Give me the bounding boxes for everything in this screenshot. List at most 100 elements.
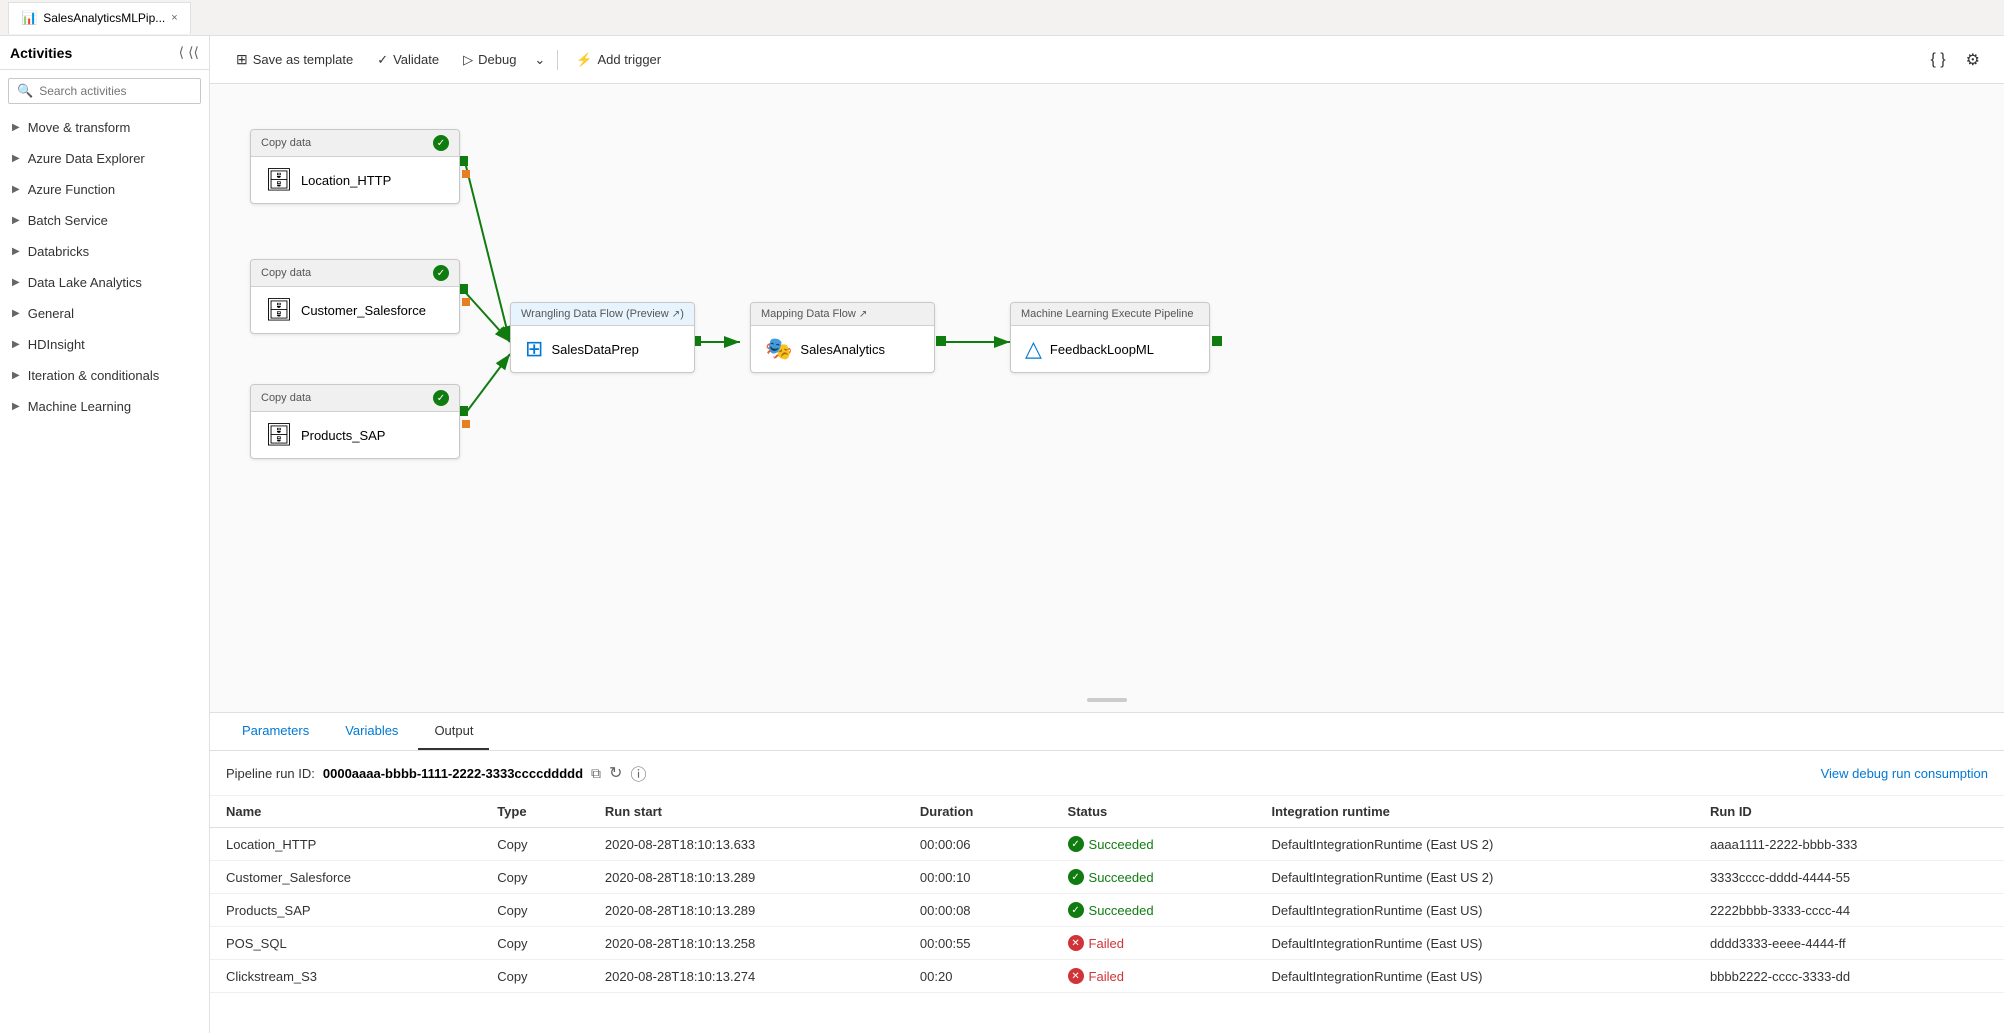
cell-duration: 00:00:08 xyxy=(904,894,1052,927)
copy-run-id-icon[interactable]: ⧉ xyxy=(591,765,601,782)
node-type-label: Copy data xyxy=(261,392,311,404)
sidebar-item-data-lake-analytics[interactable]: ▶ Data Lake Analytics xyxy=(0,267,209,298)
pin-icon[interactable]: ⟨⟨ xyxy=(188,44,199,61)
view-debug-link[interactable]: View debug run consumption xyxy=(1821,766,1988,781)
canvas-area[interactable]: Copy data ✓ 🗄 Location_HTTP Copy data ✓ xyxy=(210,84,2004,713)
add-trigger-button[interactable]: ⚡ Add trigger xyxy=(566,47,671,73)
sidebar-item-databricks[interactable]: ▶ Databricks xyxy=(0,236,209,267)
table-row[interactable]: POS_SQL Copy 2020-08-28T18:10:13.258 00:… xyxy=(210,927,2004,960)
node-label: FeedbackLoopML xyxy=(1050,342,1154,357)
sidebar-item-azure-function[interactable]: ▶ Azure Function xyxy=(0,174,209,205)
node-label: Customer_Salesforce xyxy=(301,303,426,318)
node-location-http[interactable]: Copy data ✓ 🗄 Location_HTTP xyxy=(250,129,460,204)
success-badge: ✓ xyxy=(433,135,449,151)
table-row[interactable]: Products_SAP Copy 2020-08-28T18:10:13.28… xyxy=(210,894,2004,927)
sidebar-item-label: Machine Learning xyxy=(28,399,131,414)
code-view-button[interactable]: { } xyxy=(1923,46,1954,74)
sidebar-item-label: Iteration & conditionals xyxy=(28,368,160,383)
save-template-label: Save as template xyxy=(253,52,353,67)
sidebar-item-move-transform[interactable]: ▶ Move & transform xyxy=(0,112,209,143)
node-type-label: Machine Learning Execute Pipeline xyxy=(1021,308,1193,320)
node-header: Machine Learning Execute Pipeline xyxy=(1011,303,1209,326)
debug-dropdown-button[interactable]: ⌄ xyxy=(530,47,549,73)
sidebar-item-label: Databricks xyxy=(28,244,89,259)
tab-icon: 📊 xyxy=(21,10,37,26)
node-body: 🎭 SalesAnalytics xyxy=(751,326,934,372)
sidebar-item-batch-service[interactable]: ▶ Batch Service xyxy=(0,205,209,236)
trigger-icon: ⚡ xyxy=(576,52,592,68)
collapse-icon[interactable]: ⟨ xyxy=(179,44,184,61)
save-template-button[interactable]: ⊞ Save as template xyxy=(226,46,363,73)
sidebar-item-general[interactable]: ▶ General xyxy=(0,298,209,329)
debug-button[interactable]: ▷ Debug xyxy=(453,47,526,73)
node-type-label: Mapping Data Flow ↗ xyxy=(761,308,867,320)
tab-title: SalesAnalyticsMLPip... xyxy=(43,11,165,25)
database-icon: 🗄 xyxy=(265,297,293,323)
status-cell: ✕ Failed xyxy=(1052,927,1256,960)
tab-variables[interactable]: Variables xyxy=(329,713,414,750)
cell-name: POS_SQL xyxy=(210,927,481,960)
tab-output[interactable]: Output xyxy=(418,713,489,750)
cell-name: Clickstream_S3 xyxy=(210,960,481,993)
add-trigger-label: Add trigger xyxy=(598,52,662,67)
node-header: Wrangling Data Flow (Preview ↗) xyxy=(511,303,694,326)
sidebar: Activities ⟨ ⟨⟨ 🔍 ▶ Move & transform ▶ A… xyxy=(0,36,210,1033)
node-header: Copy data ✓ xyxy=(251,130,459,157)
status-cell: ✓ Succeeded xyxy=(1052,894,1256,927)
sidebar-item-hdinsight[interactable]: ▶ HDInsight xyxy=(0,329,209,360)
sidebar-controls[interactable]: ⟨ ⟨⟨ xyxy=(179,44,199,61)
node-label: Products_SAP xyxy=(301,428,386,443)
cell-type: Copy xyxy=(481,828,589,861)
table-row[interactable]: Location_HTTP Copy 2020-08-28T18:10:13.6… xyxy=(210,828,2004,861)
chevron-icon: ▶ xyxy=(12,184,20,195)
node-mapping-data-flow[interactable]: Mapping Data Flow ↗ 🎭 SalesAnalytics xyxy=(750,302,935,373)
toolbar: ⊞ Save as template ✓ Validate ▷ Debug ⌄ … xyxy=(210,36,2004,84)
sidebar-item-machine-learning[interactable]: ▶ Machine Learning xyxy=(0,391,209,422)
sidebar-item-azure-data-explorer[interactable]: ▶ Azure Data Explorer xyxy=(0,143,209,174)
chevron-icon: ▶ xyxy=(12,308,20,319)
cell-run-id: aaaa1111-2222-bbbb-333 xyxy=(1694,828,2004,861)
settings-button[interactable]: ⚙ xyxy=(1958,45,1988,75)
node-products-sap[interactable]: Copy data ✓ 🗄 Products_SAP xyxy=(250,384,460,459)
node-body: 🗄 Products_SAP xyxy=(251,412,459,458)
node-label: SalesAnalytics xyxy=(800,342,885,357)
node-body: △ FeedbackLoopML xyxy=(1011,326,1209,372)
chevron-icon: ▶ xyxy=(12,370,20,381)
cell-name: Products_SAP xyxy=(210,894,481,927)
node-wrangling-data-flow[interactable]: Wrangling Data Flow (Preview ↗) ⊞ SalesD… xyxy=(510,302,695,373)
node-machine-learning[interactable]: Machine Learning Execute Pipeline △ Feed… xyxy=(1010,302,1210,373)
search-box[interactable]: 🔍 xyxy=(8,78,201,104)
scroll-indicator xyxy=(1087,698,1127,702)
chevron-icon: ▶ xyxy=(12,401,20,412)
node-customer-salesforce[interactable]: Copy data ✓ 🗄 Customer_Salesforce xyxy=(250,259,460,334)
output-tabs: Parameters Variables Output xyxy=(210,713,2004,751)
search-input[interactable] xyxy=(39,84,192,98)
cell-run-id: bbbb2222-cccc-3333-dd xyxy=(1694,960,2004,993)
node-body: 🗄 Location_HTTP xyxy=(251,157,459,203)
validate-button[interactable]: ✓ Validate xyxy=(367,47,449,73)
close-tab-icon[interactable]: × xyxy=(171,12,177,24)
chevron-icon: ▶ xyxy=(12,153,20,164)
info-icon[interactable]: ⓘ xyxy=(630,761,646,785)
run-id-value: 0000aaaa-bbbb-1111-2222-3333ccccddddd xyxy=(323,766,583,781)
status-cell: ✓ Succeeded xyxy=(1052,828,1256,861)
runs-table: Name Type Run start Duration Status Inte… xyxy=(210,796,2004,993)
table-row[interactable]: Clickstream_S3 Copy 2020-08-28T18:10:13.… xyxy=(210,960,2004,993)
pipeline-svg xyxy=(210,84,2004,712)
refresh-icon[interactable]: ↻ xyxy=(609,763,622,783)
content-area: ⊞ Save as template ✓ Validate ▷ Debug ⌄ … xyxy=(210,36,2004,1033)
main-layout: Activities ⟨ ⟨⟨ 🔍 ▶ Move & transform ▶ A… xyxy=(0,36,2004,1033)
col-run-start: Run start xyxy=(589,796,904,828)
node-type-label: Wrangling Data Flow (Preview ↗) xyxy=(521,308,684,320)
tab-parameters[interactable]: Parameters xyxy=(226,713,325,750)
cell-type: Copy xyxy=(481,861,589,894)
node-type-label: Copy data xyxy=(261,137,311,149)
sidebar-item-iteration-conditionals[interactable]: ▶ Iteration & conditionals xyxy=(0,360,209,391)
save-template-icon: ⊞ xyxy=(236,51,248,68)
chevron-icon: ▶ xyxy=(12,339,20,350)
pipeline-tab[interactable]: 📊 SalesAnalyticsMLPip... × xyxy=(8,2,191,34)
node-header: Copy data ✓ xyxy=(251,385,459,412)
sidebar-item-label: Azure Data Explorer xyxy=(28,151,145,166)
validate-icon: ✓ xyxy=(377,52,388,68)
table-row[interactable]: Customer_Salesforce Copy 2020-08-28T18:1… xyxy=(210,861,2004,894)
